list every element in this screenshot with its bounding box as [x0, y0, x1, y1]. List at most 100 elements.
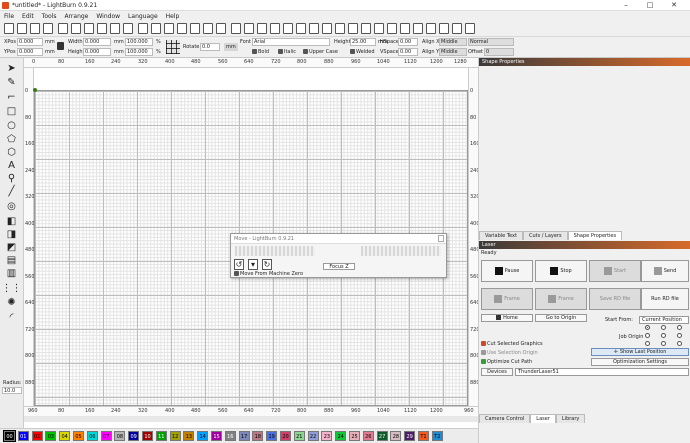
font-height-input[interactable]: 25.00 — [350, 38, 376, 46]
menu-edit[interactable]: Edit — [18, 12, 38, 20]
align-right-icon[interactable]: ▥ — [5, 267, 18, 280]
users-icon[interactable] — [296, 23, 306, 34]
aligny-select[interactable]: Middle — [439, 48, 467, 56]
palette-swatch-27[interactable]: 27 — [376, 431, 388, 441]
array-icon[interactable] — [465, 23, 475, 34]
grid-array-icon[interactable]: ⋮⋮ — [2, 282, 22, 295]
palette-swatch-03[interactable]: 03 — [45, 431, 57, 441]
stop-button[interactable]: Stop — [535, 260, 587, 282]
job-origin-radio[interactable] — [677, 341, 682, 346]
palette-swatch-25[interactable]: 25 — [349, 431, 360, 441]
send-button[interactable]: Send — [641, 260, 689, 282]
menu-language[interactable]: Language — [124, 12, 162, 20]
close-button[interactable]: ✕ — [666, 1, 682, 10]
show-last-position-button[interactable]: ✛ Show Last Position — [591, 348, 689, 356]
device-select[interactable]: ThunderLaser51 — [515, 368, 689, 376]
palette-swatch-13[interactable]: 13 — [183, 431, 195, 441]
edit-nodes-icon[interactable]: ✎ — [5, 76, 18, 89]
undo-icon[interactable] — [138, 23, 148, 34]
palette-swatch-15[interactable]: 15 — [211, 431, 222, 441]
boolean-subtract-icon[interactable]: ◨ — [5, 228, 18, 241]
palette-swatch-19[interactable]: 19 — [266, 431, 278, 441]
rotate-icon[interactable] — [439, 23, 449, 34]
start-button[interactable]: Start — [589, 260, 641, 282]
hspace-input[interactable]: 0.00 — [398, 38, 418, 46]
uppercase-checkbox[interactable]: Upper Case — [303, 48, 338, 56]
palette-swatch-10[interactable]: 10 — [142, 431, 153, 441]
vspace-input[interactable]: 0.00 — [398, 48, 418, 56]
align-left-icon[interactable]: ▤ — [5, 254, 18, 267]
width-input[interactable]: 0.000 — [83, 38, 111, 46]
mirror-v-icon[interactable] — [426, 23, 436, 34]
palette-swatch-12[interactable]: 12 — [169, 431, 181, 441]
user-icon[interactable] — [283, 23, 293, 34]
menu-help[interactable]: Help — [162, 12, 184, 20]
scale-y-input[interactable]: 100.000 — [125, 48, 153, 56]
palette-swatch-18[interactable]: 18 — [252, 431, 264, 441]
job-origin-radio[interactable] — [661, 341, 666, 346]
jog-down-icon[interactable]: ▾ — [248, 259, 258, 270]
group-icon[interactable] — [361, 23, 371, 34]
palette-swatch-09[interactable]: 09 — [128, 431, 140, 441]
move-dialog-close-icon[interactable] — [438, 235, 444, 242]
start-from-select[interactable]: Current Position — [639, 316, 689, 324]
frame-circle-button[interactable]: Frame — [535, 288, 587, 310]
job-origin-radio[interactable] — [661, 333, 666, 338]
tab-library[interactable]: Library — [555, 414, 586, 423]
zoom-fit-icon[interactable] — [190, 23, 200, 34]
palette-swatch-11[interactable]: 11 — [155, 431, 167, 441]
bold-checkbox[interactable]: Bold — [252, 48, 269, 56]
palette-swatch-t2[interactable]: T2 — [431, 431, 443, 441]
delete-icon[interactable] — [123, 23, 133, 34]
text-mode-select[interactable]: Normal — [468, 38, 514, 46]
palette-swatch-28[interactable]: 28 — [390, 431, 402, 441]
palette-swatch-07[interactable]: 07 — [100, 431, 112, 441]
run-rd-button[interactable]: Run RD file — [641, 288, 689, 310]
xpos-input[interactable]: 0.000 — [17, 38, 43, 46]
rotate-input[interactable]: 0.0 — [200, 43, 220, 51]
new-file-icon[interactable] — [4, 23, 14, 34]
boolean-intersect-icon[interactable]: ◩ — [5, 241, 18, 254]
circular-array-icon[interactable]: ✺ — [5, 296, 18, 309]
optimize-cut-path-checkbox[interactable]: Optimize Cut Path — [481, 359, 532, 365]
go-to-origin-button[interactable]: Go to Origin — [535, 314, 587, 322]
palette-swatch-05[interactable]: 05 — [73, 431, 84, 441]
pause-button[interactable]: Pause — [481, 260, 533, 282]
home-button[interactable]: Home — [481, 314, 533, 322]
save-rd-button[interactable]: Save RD file — [589, 288, 641, 310]
variable-text-icon[interactable] — [257, 23, 267, 34]
ellipse-tool-icon[interactable]: ○ — [5, 119, 18, 132]
palette-swatch-29[interactable]: 29 — [404, 431, 416, 441]
measure-tool-icon[interactable]: ╱ — [5, 185, 18, 198]
palette-swatch-16[interactable]: 16 — [224, 431, 236, 441]
ungroup-icon[interactable] — [374, 23, 384, 34]
paste-icon[interactable] — [110, 23, 120, 34]
palette-swatch-23[interactable]: 23 — [321, 431, 333, 441]
welded-checkbox[interactable]: Welded — [350, 48, 375, 56]
palette-swatch-14[interactable]: 14 — [197, 431, 209, 441]
use-selection-origin-checkbox[interactable]: Use Selection Origin — [481, 350, 538, 356]
boolean-icon[interactable] — [400, 23, 410, 34]
tab-laser[interactable]: Laser — [530, 414, 556, 423]
position-tool-icon[interactable]: ⚲ — [5, 172, 18, 185]
redo-icon[interactable] — [151, 23, 161, 34]
align-icon[interactable] — [335, 23, 345, 34]
jog-right-icon[interactable]: ↻ — [262, 259, 272, 270]
menu-window[interactable]: Window — [92, 12, 124, 20]
arrange-icon[interactable] — [270, 23, 280, 34]
zoom-in-icon[interactable] — [164, 23, 174, 34]
tab-variable-text[interactable]: Variable Text — [479, 231, 523, 240]
maximize-button[interactable]: □ — [642, 1, 658, 10]
palette-swatch-04[interactable]: 04 — [59, 431, 71, 441]
frame-icon[interactable] — [231, 23, 241, 34]
settings-icon[interactable] — [244, 23, 254, 34]
job-origin-radio[interactable] — [645, 325, 650, 330]
horizontal-scrollbar[interactable] — [24, 416, 478, 422]
job-origin-radio[interactable] — [677, 333, 682, 338]
save-as-icon[interactable] — [43, 23, 53, 34]
palette-swatch-02[interactable]: 02 — [31, 431, 43, 441]
devices-button[interactable]: Devices — [481, 368, 513, 376]
weld-icon[interactable] — [387, 23, 397, 34]
menu-arrange[interactable]: Arrange — [60, 12, 92, 20]
transform-icon[interactable] — [309, 23, 319, 34]
